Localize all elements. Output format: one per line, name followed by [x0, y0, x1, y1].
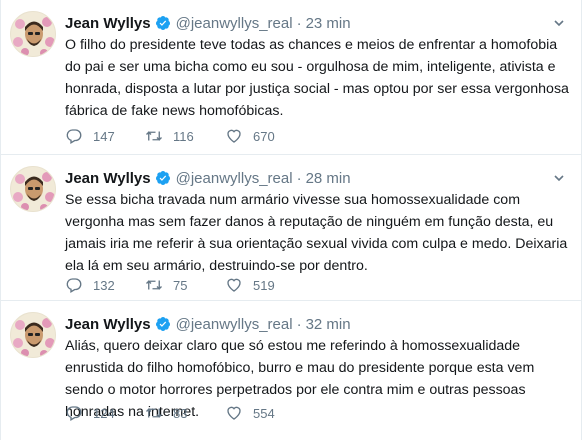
- heart-icon: [227, 129, 241, 143]
- avatar-image: [11, 313, 55, 357]
- retweet-icon: [146, 131, 162, 141]
- like-button[interactable]: 554: [225, 404, 305, 422]
- like-count: 554: [253, 405, 275, 421]
- tweet-feed: Jean Wyllys @jeanwyllys_real · 23 min O …: [0, 0, 582, 440]
- avatar-image: [11, 167, 55, 211]
- tweet-header: Jean Wyllys @jeanwyllys_real · 28 min: [65, 168, 571, 188]
- heart-icon: [227, 278, 241, 292]
- like-count: 670: [253, 128, 275, 144]
- display-name[interactable]: Jean Wyllys: [65, 316, 151, 333]
- tweet-actions: 124 83 554: [65, 404, 305, 422]
- tweet-header: Jean Wyllys @jeanwyllys_real · 32 min: [65, 314, 571, 334]
- reply-icon: [66, 129, 82, 144]
- reply-icon: [66, 406, 82, 421]
- like-button[interactable]: 519: [225, 276, 305, 294]
- tweet-header: Jean Wyllys @jeanwyllys_real · 23 min: [65, 13, 571, 33]
- retweet-count: 83: [173, 405, 188, 421]
- reply-button[interactable]: 147: [65, 127, 145, 145]
- tweet[interactable]: Jean Wyllys @jeanwyllys_real · 28 min Se…: [1, 155, 581, 301]
- like-button[interactable]: 670: [225, 127, 305, 145]
- user-handle[interactable]: @jeanwyllys_real: [176, 316, 293, 333]
- user-handle[interactable]: @jeanwyllys_real: [176, 15, 293, 32]
- verified-badge-icon: [155, 16, 170, 30]
- tweet-actions: 132 75 519: [65, 276, 305, 294]
- separator-dot: ·: [296, 169, 302, 187]
- chevron-down-icon[interactable]: [549, 13, 569, 33]
- display-name[interactable]: Jean Wyllys: [65, 15, 151, 32]
- timestamp[interactable]: 23 min: [306, 15, 351, 32]
- tweet-text: O filho do presidente teve todas as chan…: [65, 37, 569, 119]
- like-count: 519: [253, 277, 275, 293]
- avatar[interactable]: [10, 11, 56, 57]
- heart-icon: [227, 406, 241, 420]
- retweet-count: 116: [173, 128, 194, 144]
- separator-dot: ·: [296, 14, 302, 32]
- verified-badge-icon: [155, 171, 170, 185]
- avatar[interactable]: [10, 312, 56, 358]
- timestamp[interactable]: 32 min: [306, 316, 351, 333]
- timestamp[interactable]: 28 min: [306, 170, 351, 187]
- reply-count: 124: [93, 405, 115, 421]
- tweet-text: Se essa bicha travada num armário vivess…: [65, 192, 568, 274]
- display-name[interactable]: Jean Wyllys: [65, 170, 151, 187]
- reply-count: 132: [93, 277, 115, 293]
- reply-button[interactable]: 124: [65, 404, 145, 422]
- tweet-actions: 147 116 670: [65, 127, 305, 145]
- tweet[interactable]: Jean Wyllys @jeanwyllys_real · 32 min Al…: [1, 301, 581, 440]
- retweet-button[interactable]: 83: [145, 404, 225, 422]
- user-handle[interactable]: @jeanwyllys_real: [176, 170, 293, 187]
- retweet-button[interactable]: 75: [145, 276, 225, 294]
- reply-button[interactable]: 132: [65, 276, 145, 294]
- chevron-down-icon[interactable]: [549, 168, 569, 188]
- retweet-icon: [146, 408, 162, 418]
- retweet-icon: [146, 280, 162, 290]
- separator-dot: ·: [296, 315, 302, 333]
- retweet-button[interactable]: 116: [145, 127, 225, 145]
- tweet[interactable]: Jean Wyllys @jeanwyllys_real · 23 min O …: [1, 0, 581, 155]
- verified-badge-icon: [155, 317, 170, 331]
- avatar-image: [11, 12, 55, 56]
- retweet-count: 75: [173, 277, 188, 293]
- reply-icon: [66, 278, 82, 293]
- avatar[interactable]: [10, 166, 56, 212]
- reply-count: 147: [93, 128, 115, 144]
